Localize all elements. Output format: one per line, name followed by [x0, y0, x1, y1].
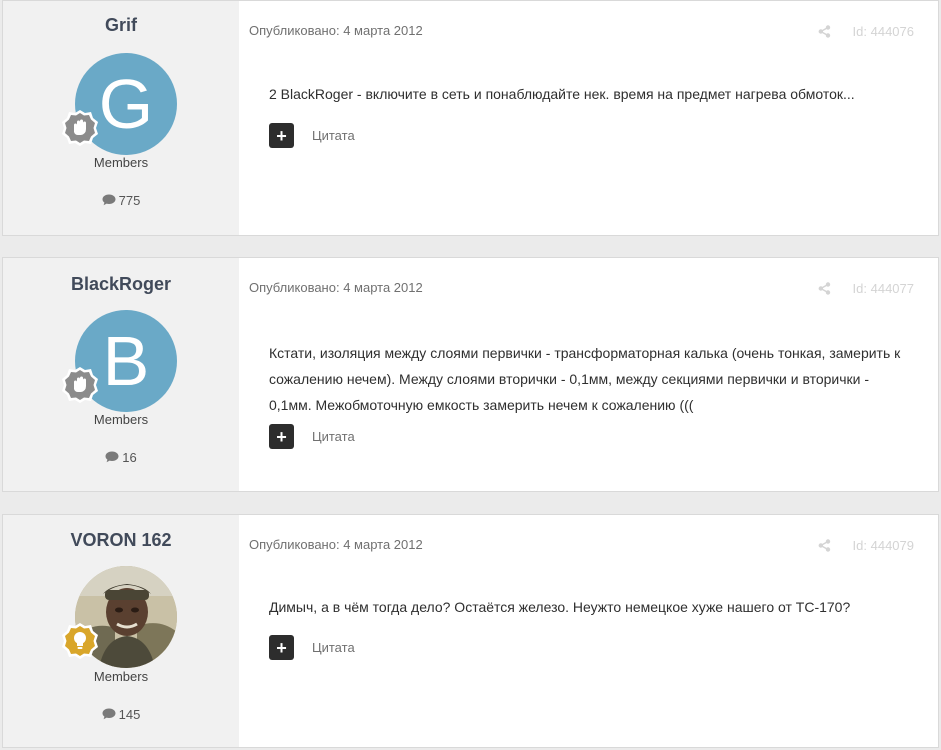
post-count: 16 [3, 450, 239, 465]
post-content: Опубликовано: 4 марта 2012 Id: 444079 Ди… [239, 515, 938, 747]
quote-row: + Цитата [269, 635, 355, 660]
member-group: Members [93, 412, 149, 427]
post-list: Grif G Members 775 Опубликовано: 4 марта… [0, 0, 941, 750]
post-date[interactable]: Опубликовано: 4 марта 2012 [249, 280, 423, 295]
comment-icon [105, 451, 119, 463]
multiquote-button[interactable]: + [269, 123, 294, 148]
quote-row: + Цитата [269, 424, 355, 449]
avatar-letter: B [102, 322, 150, 400]
hand-badge-icon [62, 110, 98, 146]
post-tools: Id: 444076 [818, 24, 914, 39]
post-author-panel: VORON 162 Members 145 [3, 515, 239, 747]
quote-button[interactable]: Цитата [312, 429, 355, 444]
post-content: Опубликовано: 4 марта 2012 Id: 444077 Кс… [239, 258, 938, 491]
member-group: Members [93, 669, 149, 684]
quote-button[interactable]: Цитата [312, 640, 355, 655]
multiquote-button[interactable]: + [269, 635, 294, 660]
post: BlackRoger B Members 16 Опубликовано: 4 … [2, 257, 939, 492]
quote-button[interactable]: Цитата [312, 128, 355, 143]
post-count-value: 145 [118, 707, 141, 722]
post-id: Id: 444077 [852, 281, 914, 296]
post-body: Кстати, изоляция между слоями первички -… [269, 345, 901, 413]
quote-row: + Цитата [269, 123, 355, 148]
hand-badge-icon [62, 367, 98, 403]
author-name[interactable]: Grif [3, 15, 239, 36]
post-tools: Id: 444079 [818, 538, 914, 553]
post-body: Димыч, а в чём тогда дело? Остаётся желе… [269, 599, 851, 615]
post-id: Id: 444076 [852, 24, 914, 39]
post-count-value: 775 [118, 193, 141, 208]
comment-icon [102, 708, 116, 720]
share-icon[interactable] [818, 282, 831, 295]
post-count-value: 16 [122, 450, 137, 465]
multiquote-button[interactable]: + [269, 424, 294, 449]
post-date[interactable]: Опубликовано: 4 марта 2012 [249, 23, 423, 38]
post-count: 775 [3, 193, 239, 208]
share-icon[interactable] [818, 25, 831, 38]
post-tools: Id: 444077 [818, 281, 914, 296]
post: VORON 162 Members 145 Опубликовано: 4 ма… [2, 514, 939, 748]
post-date[interactable]: Опубликовано: 4 марта 2012 [249, 537, 423, 552]
post-author-panel: BlackRoger B Members 16 [3, 258, 239, 491]
author-name[interactable]: BlackRoger [3, 274, 239, 295]
member-group: Members [93, 155, 149, 170]
avatar-letter: G [98, 65, 154, 143]
post-content: Опубликовано: 4 марта 2012 Id: 444076 2 … [239, 1, 938, 235]
author-name[interactable]: VORON 162 [3, 530, 239, 551]
comment-icon [102, 194, 116, 206]
post-body: 2 BlackRoger - включите в сеть и понаблю… [269, 86, 855, 102]
lightbulb-badge-icon [62, 623, 98, 659]
post-count: 145 [3, 707, 239, 722]
share-icon[interactable] [818, 539, 831, 552]
post-author-panel: Grif G Members 775 [3, 1, 239, 235]
post: Grif G Members 775 Опубликовано: 4 марта… [2, 0, 939, 236]
post-id: Id: 444079 [852, 538, 914, 553]
